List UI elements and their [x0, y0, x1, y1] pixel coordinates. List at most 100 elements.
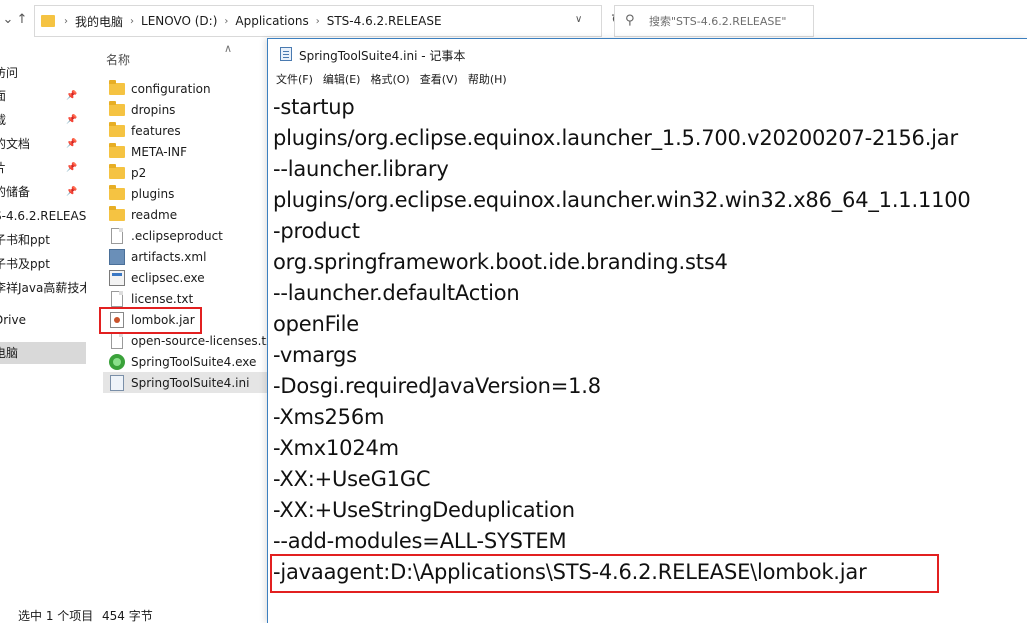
folder-icon	[109, 185, 125, 200]
menu-file[interactable]: 文件(F)	[268, 69, 313, 89]
pin-icon: 📌	[66, 139, 78, 149]
highlight-box-lombok-file	[99, 307, 202, 334]
address-bar[interactable]: › 我的电脑 › LENOVO (D:) › Applications › ST…	[34, 5, 623, 37]
text-line: plugins/org.eclipse.equinox.launcher_1.5…	[273, 126, 958, 150]
text-line: -Xms256m	[273, 405, 385, 429]
pin-icon: 📌	[66, 163, 78, 173]
folder-icon	[109, 101, 125, 116]
file-row-license-txt[interactable]: license.txt	[103, 288, 271, 309]
nav-item-label: 片	[0, 161, 7, 175]
nav-item-sts-release[interactable]: S-4.6.2.RELEASE	[0, 205, 86, 227]
ini-file-icon	[110, 374, 124, 391]
nav-item-label: S-4.6.2.RELEASE	[0, 209, 86, 223]
text-line: -vmargs	[273, 343, 357, 367]
folder-icon	[109, 143, 125, 158]
file-row-features[interactable]: features	[103, 120, 271, 141]
nav-item-documents[interactable]: 的文档 📌	[0, 133, 86, 155]
nav-item-desktop[interactable]: 面 📌	[0, 85, 86, 107]
pin-icon: 📌	[66, 115, 78, 125]
nav-item-label: 访问	[0, 66, 19, 80]
text-line: plugins/org.eclipse.equinox.launcher.win…	[273, 188, 971, 212]
file-row-readme[interactable]: readme	[103, 204, 271, 225]
breadcrumb-item[interactable]: LENOVO (D:)	[137, 14, 221, 28]
text-line: -Xmx1024m	[273, 436, 399, 460]
window-title: SpringToolSuite4.ini - 记事本	[299, 49, 466, 63]
file-row-plugins[interactable]: plugins	[103, 183, 271, 204]
file-row-meta-inf[interactable]: META-INF	[103, 141, 271, 162]
sort-up-icon[interactable]: ∧	[224, 42, 232, 55]
nav-item-ebooks-ppt[interactable]: 子书和ppt	[0, 229, 86, 251]
nav-item-onedrive[interactable]: Drive	[0, 309, 86, 331]
menu-help[interactable]: 帮助(H)	[460, 69, 507, 89]
search-icon: ⚲	[625, 13, 635, 28]
nav-item-pictures[interactable]: 片 📌	[0, 157, 86, 179]
file-name: .eclipseproduct	[131, 228, 223, 243]
file-name: SpringToolSuite4.exe	[131, 354, 257, 369]
text-line: -product	[273, 219, 360, 243]
text-editor-area[interactable]: -startup plugins/org.eclipse.equinox.lau…	[273, 92, 1027, 623]
file-row-springtoolsuite4-exe[interactable]: SpringToolSuite4.exe	[103, 351, 271, 372]
file-row-dropins[interactable]: dropins	[103, 99, 271, 120]
status-bar: 选中 1 个项目 454 字节	[0, 603, 268, 623]
chevron-right-icon[interactable]: ›	[61, 16, 71, 27]
search-input[interactable]	[649, 7, 809, 35]
column-header-name[interactable]: 名称	[106, 51, 130, 68]
chevron-right-icon[interactable]: ›	[127, 16, 137, 27]
chevron-down-icon[interactable]: ∨	[575, 14, 582, 25]
folder-icon	[109, 164, 125, 179]
nav-item-this-pc[interactable]: 电脑	[0, 342, 86, 364]
pin-icon: 📌	[66, 187, 78, 197]
folder-icon	[109, 80, 125, 95]
nav-item-reserve[interactable]: 的储备 📌	[0, 181, 86, 203]
search-box: ⚲	[614, 5, 814, 37]
nav-item-label: 李祥Java高薪技术	[0, 281, 86, 295]
nav-item-ebooks-ppt-2[interactable]: 子书及ppt	[0, 253, 86, 275]
file-name: SpringToolSuite4.ini	[131, 375, 250, 390]
file-name: p2	[131, 165, 147, 180]
nav-item-label: 电脑	[0, 346, 19, 360]
breadcrumb: › 我的电脑 › LENOVO (D:) › Applications › ST…	[61, 6, 446, 36]
nav-item-label: 的文档	[0, 137, 31, 151]
file-row-configuration[interactable]: configuration	[103, 78, 271, 99]
pin-icon: 📌	[66, 91, 78, 101]
file-name: license.txt	[131, 291, 194, 306]
text-line: --launcher.defaultAction	[273, 281, 520, 305]
breadcrumb-item[interactable]: Applications	[231, 14, 312, 28]
menu-view[interactable]: 查看(V)	[412, 69, 458, 89]
navigation-pane: 访问 面📌 载📌 的文档📌 片📌 的储备📌 S-4.6.2.RELEASE 子书…	[0, 42, 90, 602]
breadcrumb-item[interactable]: 我的电脑	[71, 13, 127, 30]
text-line: -XX:+UseG1GC	[273, 467, 431, 491]
nav-item-java-course[interactable]: 李祥Java高薪技术	[0, 277, 86, 299]
file-row-eclipsec-exe[interactable]: eclipsec.exe	[103, 267, 271, 288]
file-name: dropins	[131, 102, 176, 117]
file-row-p2[interactable]: p2	[103, 162, 271, 183]
nav-item-label: 的储备	[0, 185, 31, 199]
text-line: -startup	[273, 95, 355, 119]
nav-item-downloads[interactable]: 载 📌	[0, 109, 86, 131]
highlight-box-javaagent-line	[270, 554, 939, 593]
exe-file-icon	[109, 269, 125, 286]
chevron-right-icon[interactable]: ›	[313, 16, 323, 27]
file-row-artifacts-xml[interactable]: artifacts.xml	[103, 246, 271, 267]
xml-file-icon	[109, 248, 125, 265]
notepad-titlebar[interactable]: SpringToolSuite4.ini - 记事本	[268, 39, 1027, 69]
file-icon	[111, 227, 123, 244]
folder-icon	[41, 15, 55, 27]
sts-app-icon	[109, 353, 125, 370]
menu-format[interactable]: 格式(O)	[362, 69, 409, 89]
text-line: --add-modules=ALL-SYSTEM	[273, 529, 567, 553]
nav-item-label: 面	[0, 89, 7, 103]
file-row-springtoolsuite4-ini[interactable]: SpringToolSuite4.ini	[103, 372, 271, 393]
status-selected-count: 选中 1 个项目	[18, 609, 94, 623]
breadcrumb-item[interactable]: STS-4.6.2.RELEASE	[323, 14, 446, 28]
nav-item-label: 载	[0, 113, 7, 127]
nav-item-label: Drive	[0, 313, 26, 327]
menu-edit[interactable]: 编辑(E)	[315, 69, 361, 89]
file-row-eclipseproduct[interactable]: .eclipseproduct	[103, 225, 271, 246]
nav-item-quick-access[interactable]: 访问	[0, 62, 86, 84]
up-arrow-icon[interactable]: ↑	[14, 12, 30, 27]
file-name: features	[131, 123, 181, 138]
file-name: plugins	[131, 186, 175, 201]
chevron-right-icon[interactable]: ›	[221, 16, 231, 27]
notepad-icon	[280, 47, 292, 61]
